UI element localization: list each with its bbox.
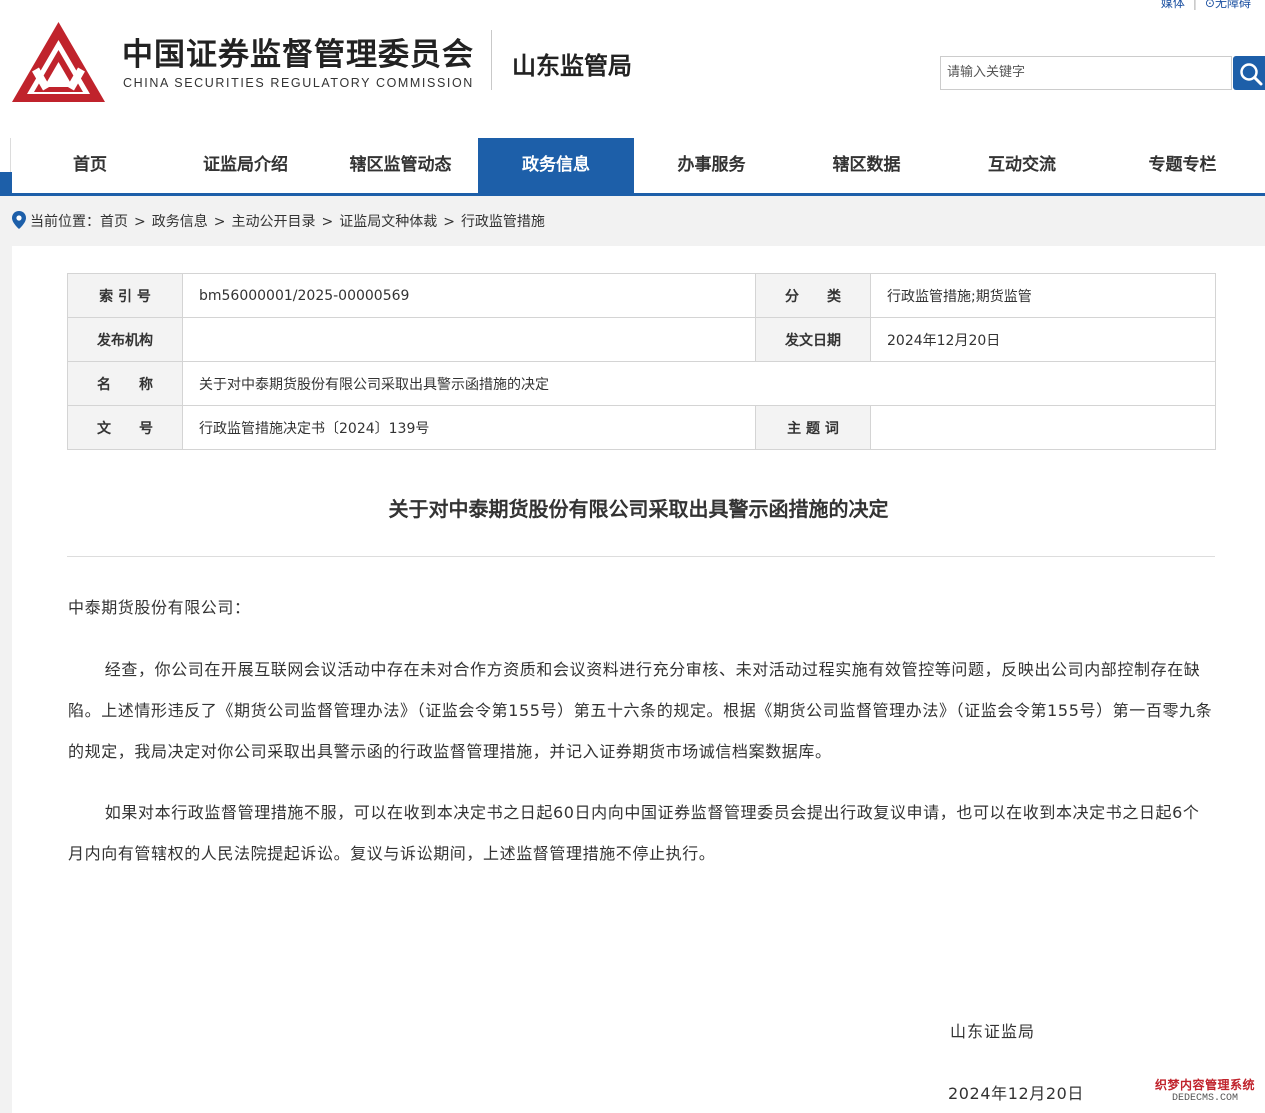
document-addressee: 中泰期货股份有限公司： (68, 598, 251, 617)
nav-item-home[interactable]: 首页 (12, 138, 168, 193)
nav-item-interaction[interactable]: 互动交流 (944, 138, 1100, 193)
watermark-cn: 织梦内容管理系统 (1154, 1078, 1255, 1092)
nav-item-services[interactable]: 办事服务 (634, 138, 789, 193)
doc-number-label: 文 号 (67, 405, 183, 450)
document-title: 关于对中泰期货股份有限公司采取出具警示函措施的决定 (388, 497, 889, 521)
site-title: 中国证券监督管理委员会 (122, 37, 474, 73)
breadcrumb-item-admin-measures[interactable]: 行政监管措施 (461, 214, 545, 230)
top-link-media[interactable]: 媒体 (1161, 0, 1185, 10)
top-link-accessibility[interactable]: 无障碍 (1215, 0, 1251, 10)
nav-item-regional-data[interactable]: 辖区数据 (789, 138, 944, 193)
nav-item-bureau-intro[interactable]: 证监局介绍 (168, 138, 323, 193)
accessibility-icon: ⊙ (1204, 0, 1215, 10)
table-row: 索 引 号 bm56000001/2025-00000569 分 类 行政监管措… (67, 273, 1216, 318)
doc-number-value: 行政监管措施决定书〔2024〕139号 (182, 405, 756, 450)
name-value: 关于对中泰期货股份有限公司采取出具警示函措施的决定 (182, 361, 1216, 406)
publisher-value (182, 317, 756, 362)
index-value: bm56000001/2025-00000569 (182, 273, 756, 318)
breadcrumb-separator: > (321, 214, 334, 230)
watermark-en: DEDECMS.COM (1171, 1093, 1238, 1104)
name-label: 名 称 (67, 361, 183, 406)
category-label: 分 类 (755, 273, 871, 318)
keywords-label: 主 题 词 (755, 405, 871, 450)
document-signer: 山东证监局 (950, 1022, 1036, 1041)
top-links: 媒体 | ⊙无障碍 (1161, 0, 1251, 11)
watermark: 织梦内容管理系统 DEDECMS.COM (1155, 1079, 1255, 1105)
publisher-label: 发布机构 (67, 317, 183, 362)
category-value: 行政监管措施;期货监管 (870, 273, 1216, 318)
breadcrumb-item-doc-types[interactable]: 证监局文种体裁 (339, 214, 437, 230)
document-paragraph-2: 如果对本行政监督管理措施不服，可以在收到本决定书之日起60日内向中国证券监督管理… (68, 803, 1200, 863)
site-header: 媒体 | ⊙无障碍 中国证券监督管理委员会 CHINA SECURITIES REG… (0, 0, 1265, 138)
site-subtitle: CHINA SECURITIES REGULATORY COMMISSION (123, 76, 474, 90)
search-box (940, 56, 1233, 90)
nav-item-regulatory-news[interactable]: 辖区监管动态 (323, 138, 478, 193)
breadcrumb-separator: > (134, 214, 146, 230)
breadcrumb-item-home[interactable]: 首页 (100, 214, 128, 230)
nav-left-accent (0, 172, 12, 194)
issue-date-label: 发文日期 (755, 317, 871, 362)
table-row: 文 号 行政监管措施决定书〔2024〕139号 主 题 词 (67, 405, 1216, 450)
nav-item-government-info[interactable]: 政务信息 (478, 138, 634, 193)
keywords-value (870, 405, 1216, 450)
top-link-separator: | (1192, 0, 1197, 10)
main-nav: 首页 证监局介绍 辖区监管动态 政务信息 办事服务 辖区数据 互动交流 专题专栏 (0, 138, 1265, 196)
bureau-name: 山东监管局 (512, 52, 632, 80)
nav-item-special-topics[interactable]: 专题专栏 (1100, 138, 1265, 193)
document-paragraph-1: 经查，你公司在开展互联网会议活动中存在未对合作方资质和会议资料进行充分审核、未对… (68, 660, 1213, 761)
header-divider (491, 30, 492, 90)
csrc-logo-icon[interactable] (10, 20, 107, 104)
index-label: 索 引 号 (67, 273, 183, 318)
document-date: 2024年12月20日 (948, 1084, 1085, 1103)
breadcrumb-separator: > (443, 214, 455, 230)
title-divider (67, 556, 1215, 557)
search-icon (1240, 63, 1263, 86)
location-pin-icon (12, 211, 26, 229)
breadcrumb-item-government-info[interactable]: 政务信息 (152, 214, 208, 230)
breadcrumb-separator: > (213, 214, 226, 230)
breadcrumb-prefix: 当前位置： (30, 214, 100, 230)
search-button[interactable] (1233, 56, 1265, 90)
content-panel: 索 引 号 bm56000001/2025-00000569 分 类 行政监管措… (12, 246, 1265, 1113)
search-input[interactable] (941, 57, 1233, 87)
table-row: 发布机构 发文日期 2024年12月20日 (67, 317, 1216, 362)
document-info-table: 索 引 号 bm56000001/2025-00000569 分 类 行政监管措… (67, 273, 1216, 450)
breadcrumb-item-disclosure-catalog[interactable]: 主动公开目录 (231, 214, 315, 230)
breadcrumb: 当前位置：首页 > 政务信息 > 主动公开目录 > 证监局文种体裁 > 行政监管措施 (12, 211, 545, 233)
issue-date-value: 2024年12月20日 (870, 317, 1216, 362)
table-row: 名 称 关于对中泰期货股份有限公司采取出具警示函措施的决定 (67, 361, 1216, 406)
